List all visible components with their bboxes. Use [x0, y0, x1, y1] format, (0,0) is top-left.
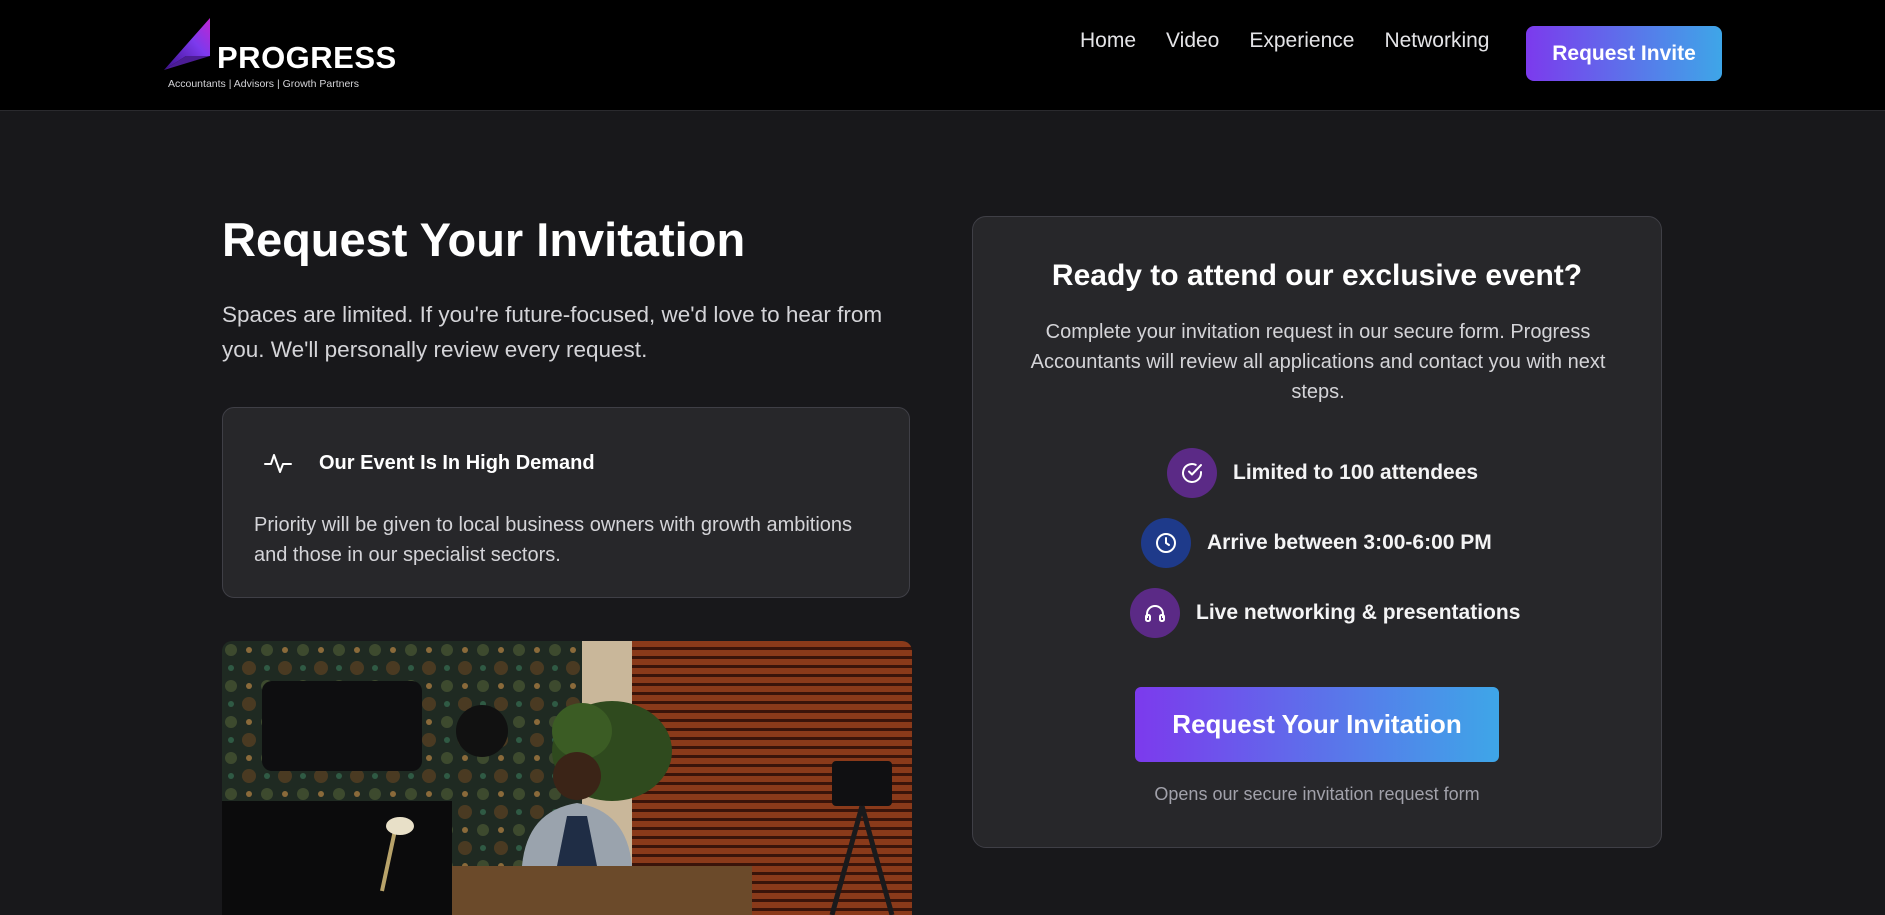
clock-icon [1141, 518, 1191, 568]
activity-pulse-icon [264, 454, 292, 473]
logo-tagline: Accountants | Advisors | Growth Partners [168, 78, 360, 90]
nav-experience[interactable]: Experience [1249, 27, 1354, 55]
demand-card-title: Our Event Is In High Demand [319, 452, 595, 474]
feature-arrival-time: Arrive between 3:00-6:00 PM [1141, 518, 1492, 568]
feature-attendees-text: Limited to 100 attendees [1233, 461, 1479, 484]
feature-networking: Live networking & presentations [1130, 588, 1520, 638]
event-photo-illustration [222, 641, 912, 915]
nav-video[interactable]: Video [1166, 27, 1219, 55]
feature-attendees: Limited to 100 attendees [1167, 448, 1478, 498]
logo-wordmark: PROGRESS [217, 40, 397, 75]
invitation-card-title: Ready to attend our exclusive event? [1051, 259, 1583, 292]
button-note: Opens our secure invitation request form [1154, 784, 1480, 804]
event-photo [222, 641, 912, 915]
headphones-icon [1130, 588, 1180, 638]
request-invite-button[interactable]: Request Invite [1526, 26, 1722, 81]
logo[interactable]: PROGRESS Accountants | Advisors | Growth… [162, 14, 396, 94]
logo-arrow-icon [164, 18, 210, 70]
feature-arrival-time-text: Arrive between 3:00-6:00 PM [1207, 531, 1492, 554]
site-header: PROGRESS Accountants | Advisors | Growth… [0, 0, 1885, 111]
nav-home[interactable]: Home [1080, 27, 1136, 55]
request-your-invitation-button[interactable]: Request Your Invitation [1135, 687, 1499, 762]
high-demand-card: Our Event Is In High Demand Priority wil… [222, 407, 910, 598]
main-nav: Home Video Experience Networking [1080, 27, 1489, 55]
intro-text: Spaces are limited. If you're future-foc… [222, 302, 883, 362]
invitation-card: Ready to attend our exclusive event? Com… [972, 216, 1662, 848]
feature-networking-text: Live networking & presentations [1196, 601, 1521, 624]
check-circle-icon [1167, 448, 1217, 498]
page-title: Request Your Invitation [222, 213, 746, 266]
demand-card-text: Priority will be given to local business… [254, 514, 853, 566]
nav-networking[interactable]: Networking [1384, 27, 1489, 55]
invitation-card-description: Complete your invitation request in our … [1030, 321, 1606, 403]
